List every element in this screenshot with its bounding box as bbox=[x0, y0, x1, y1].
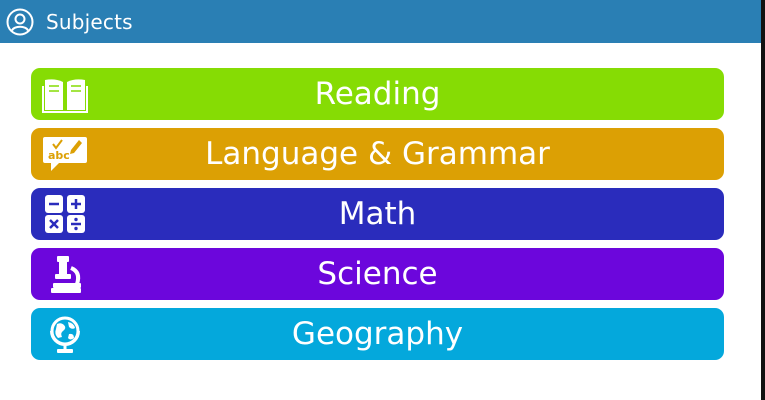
subject-button-math[interactable]: Math bbox=[31, 188, 724, 240]
open-book-icon bbox=[41, 74, 89, 114]
microscope-icon bbox=[41, 254, 89, 294]
subject-list: Reading abc Language & Grammar Math Scie… bbox=[31, 68, 724, 368]
abc-speech-bubble-icon: abc bbox=[41, 134, 89, 174]
user-circle-icon[interactable] bbox=[6, 8, 34, 36]
subject-button-reading[interactable]: Reading bbox=[31, 68, 724, 120]
subject-button-geography[interactable]: Geography bbox=[31, 308, 724, 360]
subject-label: Science bbox=[317, 255, 438, 292]
subject-label: Reading bbox=[314, 75, 441, 112]
globe-icon bbox=[41, 314, 89, 354]
svg-text:abc: abc bbox=[48, 149, 70, 162]
header-bar: Subjects bbox=[0, 0, 761, 43]
subject-label: Geography bbox=[291, 315, 464, 352]
subject-label: Math bbox=[338, 195, 417, 232]
subject-button-language-grammar[interactable]: abc Language & Grammar bbox=[31, 128, 724, 180]
page-title: Subjects bbox=[46, 9, 133, 34]
window-edge bbox=[761, 0, 765, 400]
subject-button-science[interactable]: Science bbox=[31, 248, 724, 300]
math-operators-icon bbox=[41, 194, 89, 234]
app-frame: Subjects Reading abc Language & Grammar … bbox=[0, 0, 765, 400]
subject-label: Language & Grammar bbox=[205, 135, 550, 172]
